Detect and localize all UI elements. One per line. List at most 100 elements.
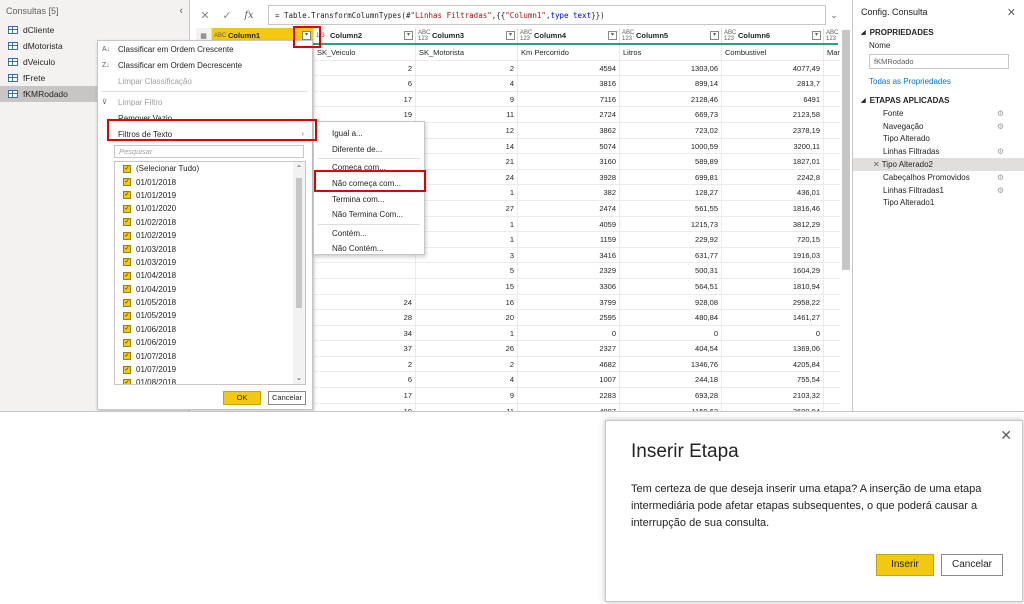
- column-header[interactable]: 1²3 Column2 ▾: [314, 28, 416, 43]
- checkbox-checked-icon[interactable]: ✓: [123, 271, 131, 280]
- table-cell[interactable]: 1: [416, 325, 518, 342]
- table-cell[interactable]: 1303,06: [620, 60, 722, 77]
- table-cell[interactable]: 37: [314, 341, 416, 357]
- table-cell[interactable]: 21: [416, 154, 518, 170]
- table-cell[interactable]: 1159,62: [620, 403, 722, 411]
- table-cell[interactable]: 9: [416, 388, 518, 404]
- table-cell[interactable]: Litros: [620, 45, 722, 61]
- table-cell[interactable]: [824, 154, 840, 170]
- table-cell[interactable]: Km Percorrido: [518, 45, 620, 61]
- table-cell[interactable]: 3812,29: [722, 216, 824, 233]
- table-cell[interactable]: [824, 357, 840, 373]
- table-cell[interactable]: [824, 123, 840, 139]
- filter-value-item[interactable]: ✓ 01/07/2018: [115, 349, 305, 362]
- applied-step[interactable]: Cabeçalhos Promovidos ⚙: [853, 171, 1024, 184]
- filter-value-item[interactable]: ✓ 01/04/2018: [115, 269, 305, 282]
- table-cell[interactable]: 723,02: [620, 122, 722, 139]
- gear-icon[interactable]: ⚙: [997, 122, 1004, 131]
- table-cell[interactable]: 1000,59: [620, 138, 722, 155]
- cancel-button[interactable]: Cancelar: [941, 554, 1003, 576]
- applied-step[interactable]: Linhas Filtradas1 ⚙: [853, 184, 1024, 197]
- filter-cancel-button[interactable]: Cancelar: [268, 391, 306, 405]
- scroll-thumb[interactable]: [296, 178, 302, 308]
- table-cell[interactable]: 24: [314, 294, 416, 311]
- table-cell[interactable]: 500,31: [620, 263, 722, 279]
- table-cell[interactable]: 669,73: [620, 107, 722, 123]
- checkbox-checked-icon[interactable]: ✓: [123, 352, 131, 361]
- checkbox-checked-icon[interactable]: ✓: [123, 325, 131, 334]
- column-type-icon[interactable]: ABC 123: [826, 30, 840, 42]
- checkbox-checked-icon[interactable]: ✓: [123, 338, 131, 347]
- column-type-icon[interactable]: ABC 123: [724, 30, 738, 42]
- applied-step[interactable]: Fonte ⚙: [853, 107, 1024, 120]
- column-type-icon[interactable]: ABC 123: [520, 30, 534, 42]
- query-item[interactable]: dCliente: [0, 22, 189, 38]
- table-cell[interactable]: 229,92: [620, 232, 722, 248]
- table-cell[interactable]: 3416: [518, 247, 620, 264]
- table-cell[interactable]: [824, 248, 840, 264]
- chevron-up-icon[interactable]: ⌃: [293, 164, 305, 173]
- formula-input[interactable]: = Table.TransformColumnTypes(# "Linhas Fi…: [268, 5, 826, 25]
- table-cell[interactable]: 20: [416, 310, 518, 326]
- table-cell[interactable]: 0: [620, 325, 722, 342]
- table-cell[interactable]: 436,01: [722, 185, 824, 201]
- column-header[interactable]: ABC 123 Column5 ▾: [620, 28, 722, 43]
- table-cell[interactable]: 4682: [518, 356, 620, 373]
- filter-value-item[interactable]: ✓ 01/08/2018: [115, 376, 305, 384]
- table-cell[interactable]: 3160: [518, 154, 620, 170]
- table-cell[interactable]: 561,55: [620, 200, 722, 217]
- column-header[interactable]: ABC 123 Column3 ▾: [416, 28, 518, 43]
- table-cell[interactable]: [824, 217, 840, 233]
- applied-step[interactable]: Navegação ⚙: [853, 120, 1024, 133]
- table-cell[interactable]: Mar: [824, 45, 840, 61]
- filter-list-scrollbar[interactable]: ⌃ ⌄: [293, 162, 305, 384]
- checkbox-checked-icon[interactable]: ✓: [123, 218, 131, 227]
- checkbox-checked-icon[interactable]: ✓: [123, 191, 131, 200]
- filter-value-item[interactable]: ✓ 01/06/2019: [115, 336, 305, 349]
- sort-descending-item[interactable]: Z↓ Classificar em Ordem Decrescente: [98, 57, 312, 73]
- checkbox-checked-icon[interactable]: ✓: [123, 204, 131, 213]
- filter-search-input[interactable]: Pesquisar: [114, 145, 304, 158]
- sort-ascending-item[interactable]: A↓ Classificar em Ordem Crescente: [98, 41, 312, 57]
- filter-value-item[interactable]: ✓ 01/02/2019: [115, 229, 305, 242]
- applied-steps-section[interactable]: ◢ ETAPAS APLICADAS: [853, 92, 1024, 107]
- gear-icon[interactable]: ⚙: [997, 109, 1004, 118]
- table-cell[interactable]: 1827,01: [722, 154, 824, 170]
- table-cell[interactable]: 7116: [518, 91, 620, 108]
- table-cell[interactable]: 6491: [722, 91, 824, 108]
- applied-step[interactable]: ✕ Tipo Alterado2: [853, 158, 1024, 171]
- table-cell[interactable]: [824, 107, 840, 123]
- applied-step[interactable]: Tipo Alterado1: [853, 197, 1024, 210]
- table-cell[interactable]: 899,14: [620, 76, 722, 92]
- filter-value-item[interactable]: ✓ 01/01/2018: [115, 175, 305, 188]
- table-cell[interactable]: 1: [416, 232, 518, 248]
- filter-value-item[interactable]: ✓ 01/04/2019: [115, 283, 305, 296]
- filter-value-item[interactable]: ✓ 01/05/2019: [115, 309, 305, 322]
- table-cell[interactable]: 699,81: [620, 169, 722, 186]
- table-cell[interactable]: 5074: [518, 138, 620, 155]
- table-cell[interactable]: 3200,11: [722, 138, 824, 155]
- chevron-down-icon[interactable]: ⌄: [826, 10, 842, 21]
- clear-filter-item[interactable]: ⊽ Limpar Filtro: [98, 94, 312, 110]
- table-cell[interactable]: 2329: [518, 263, 620, 279]
- chevron-down-icon[interactable]: ▾: [506, 31, 515, 40]
- query-name-input[interactable]: fKMRodado: [869, 54, 1009, 69]
- table-cell[interactable]: 382: [518, 185, 620, 201]
- checkbox-checked-icon[interactable]: ✓: [123, 258, 131, 267]
- table-cell[interactable]: 720,15: [722, 232, 824, 248]
- table-cell[interactable]: 1810,94: [722, 278, 824, 295]
- checkbox-checked-icon[interactable]: ✓: [123, 178, 131, 187]
- filter-value-item[interactable]: ✓ 01/02/2018: [115, 216, 305, 229]
- table-cell[interactable]: Combustivel: [722, 45, 824, 61]
- table-cell[interactable]: [824, 326, 840, 342]
- cancel-formula-icon[interactable]: ✕: [194, 9, 216, 22]
- table-cell[interactable]: 1461,27: [722, 310, 824, 326]
- table-cell[interactable]: 128,27: [620, 185, 722, 201]
- checkbox-checked-icon[interactable]: ✓: [123, 245, 131, 254]
- table-cell[interactable]: 2378,19: [722, 122, 824, 139]
- chevron-down-icon[interactable]: ▾: [710, 31, 719, 40]
- table-cell[interactable]: 4059: [518, 216, 620, 233]
- filter-value-item[interactable]: ✓ 01/03/2018: [115, 242, 305, 255]
- table-cell[interactable]: 1916,03: [722, 247, 824, 264]
- table-cell[interactable]: 2: [416, 356, 518, 373]
